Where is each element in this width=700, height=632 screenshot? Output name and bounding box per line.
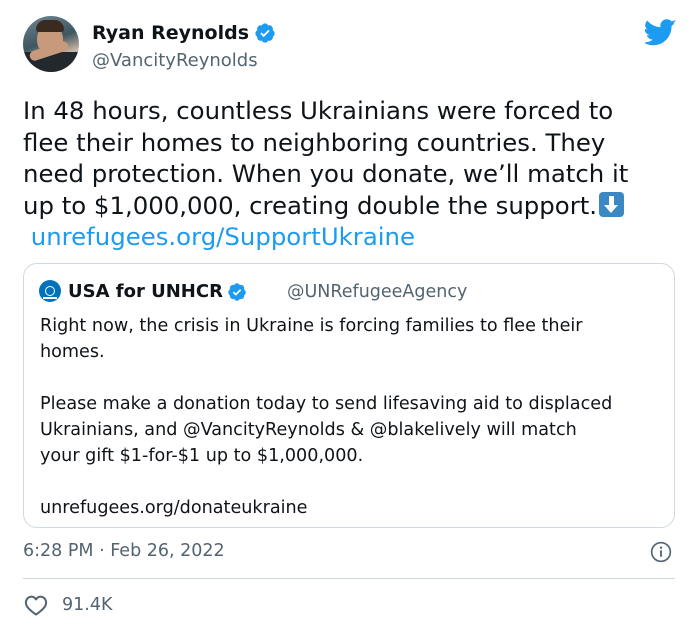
quoted-line: Right now, the crisis in Ukraine is forc…	[40, 316, 583, 336]
tweet-line-last: up to $1,000,000, creating double the su…	[23, 190, 673, 222]
tweet-line: In 48 hours, countless Ukrainians were f…	[23, 96, 614, 125]
like-count: 91.4K	[62, 595, 113, 615]
tweet-link-line: unrefugees.org/SupportUkraine	[23, 221, 673, 253]
divider	[23, 578, 675, 579]
quoted-paragraph: Right now, the crisis in Ukraine is forc…	[40, 313, 665, 365]
quoted-line: unrefugees.org/donateukraine	[40, 498, 308, 518]
heart-icon[interactable]	[24, 594, 48, 616]
quoted-paragraph: unrefugees.org/donateukraine	[40, 495, 665, 521]
quoted-line: homes.	[40, 342, 105, 362]
tweet-timestamp[interactable]: 6:28 PM · Feb 26, 2022	[23, 541, 225, 561]
author-name-text[interactable]: Ryan Reynolds	[92, 22, 249, 44]
quoted-display-name[interactable]: USA for UNHCR	[68, 281, 247, 302]
quoted-handle[interactable]: @UNRefugeeAgency	[287, 282, 467, 302]
quoted-name-text[interactable]: USA for UNHCR	[68, 281, 223, 302]
tweet-line: up to $1,000,000, creating double the su…	[23, 190, 598, 220]
tweet-line: need protection. When you donate, we’ll …	[23, 159, 629, 188]
author-handle[interactable]: @VancityReynolds	[92, 50, 258, 71]
quoted-line: Ukrainians, and @VancityReynolds & @blak…	[40, 420, 577, 440]
author-display-name[interactable]: Ryan Reynolds	[92, 22, 276, 44]
quoted-line: your gift $1-for-$1 up to $1,000,000.	[40, 446, 364, 466]
like-button[interactable]: 91.4K	[24, 594, 112, 616]
tweet-line: flee their homes to neighboring countrie…	[23, 127, 606, 157]
unhcr-logo-avatar[interactable]	[39, 280, 61, 302]
quoted-tweet[interactable]: USA for UNHCR @UNRefugeeAgency Right now…	[23, 263, 675, 528]
tweet-text: In 48 hours, countless Ukrainians were f…	[23, 95, 673, 253]
support-ukraine-link[interactable]: unrefugees.org/SupportUkraine	[31, 222, 415, 251]
verified-badge-icon	[228, 282, 246, 301]
quoted-line: Please make a donation today to send lif…	[40, 394, 613, 414]
author-avatar[interactable]	[23, 16, 79, 72]
quoted-text: Right now, the crisis in Ukraine is forc…	[40, 313, 665, 521]
quoted-paragraph: Please make a donation today to send lif…	[40, 391, 665, 469]
down-arrow-emoji-icon	[599, 191, 625, 217]
verified-badge-icon	[255, 23, 275, 43]
twitter-bird-icon[interactable]	[645, 19, 677, 46]
info-icon[interactable]	[650, 541, 672, 563]
